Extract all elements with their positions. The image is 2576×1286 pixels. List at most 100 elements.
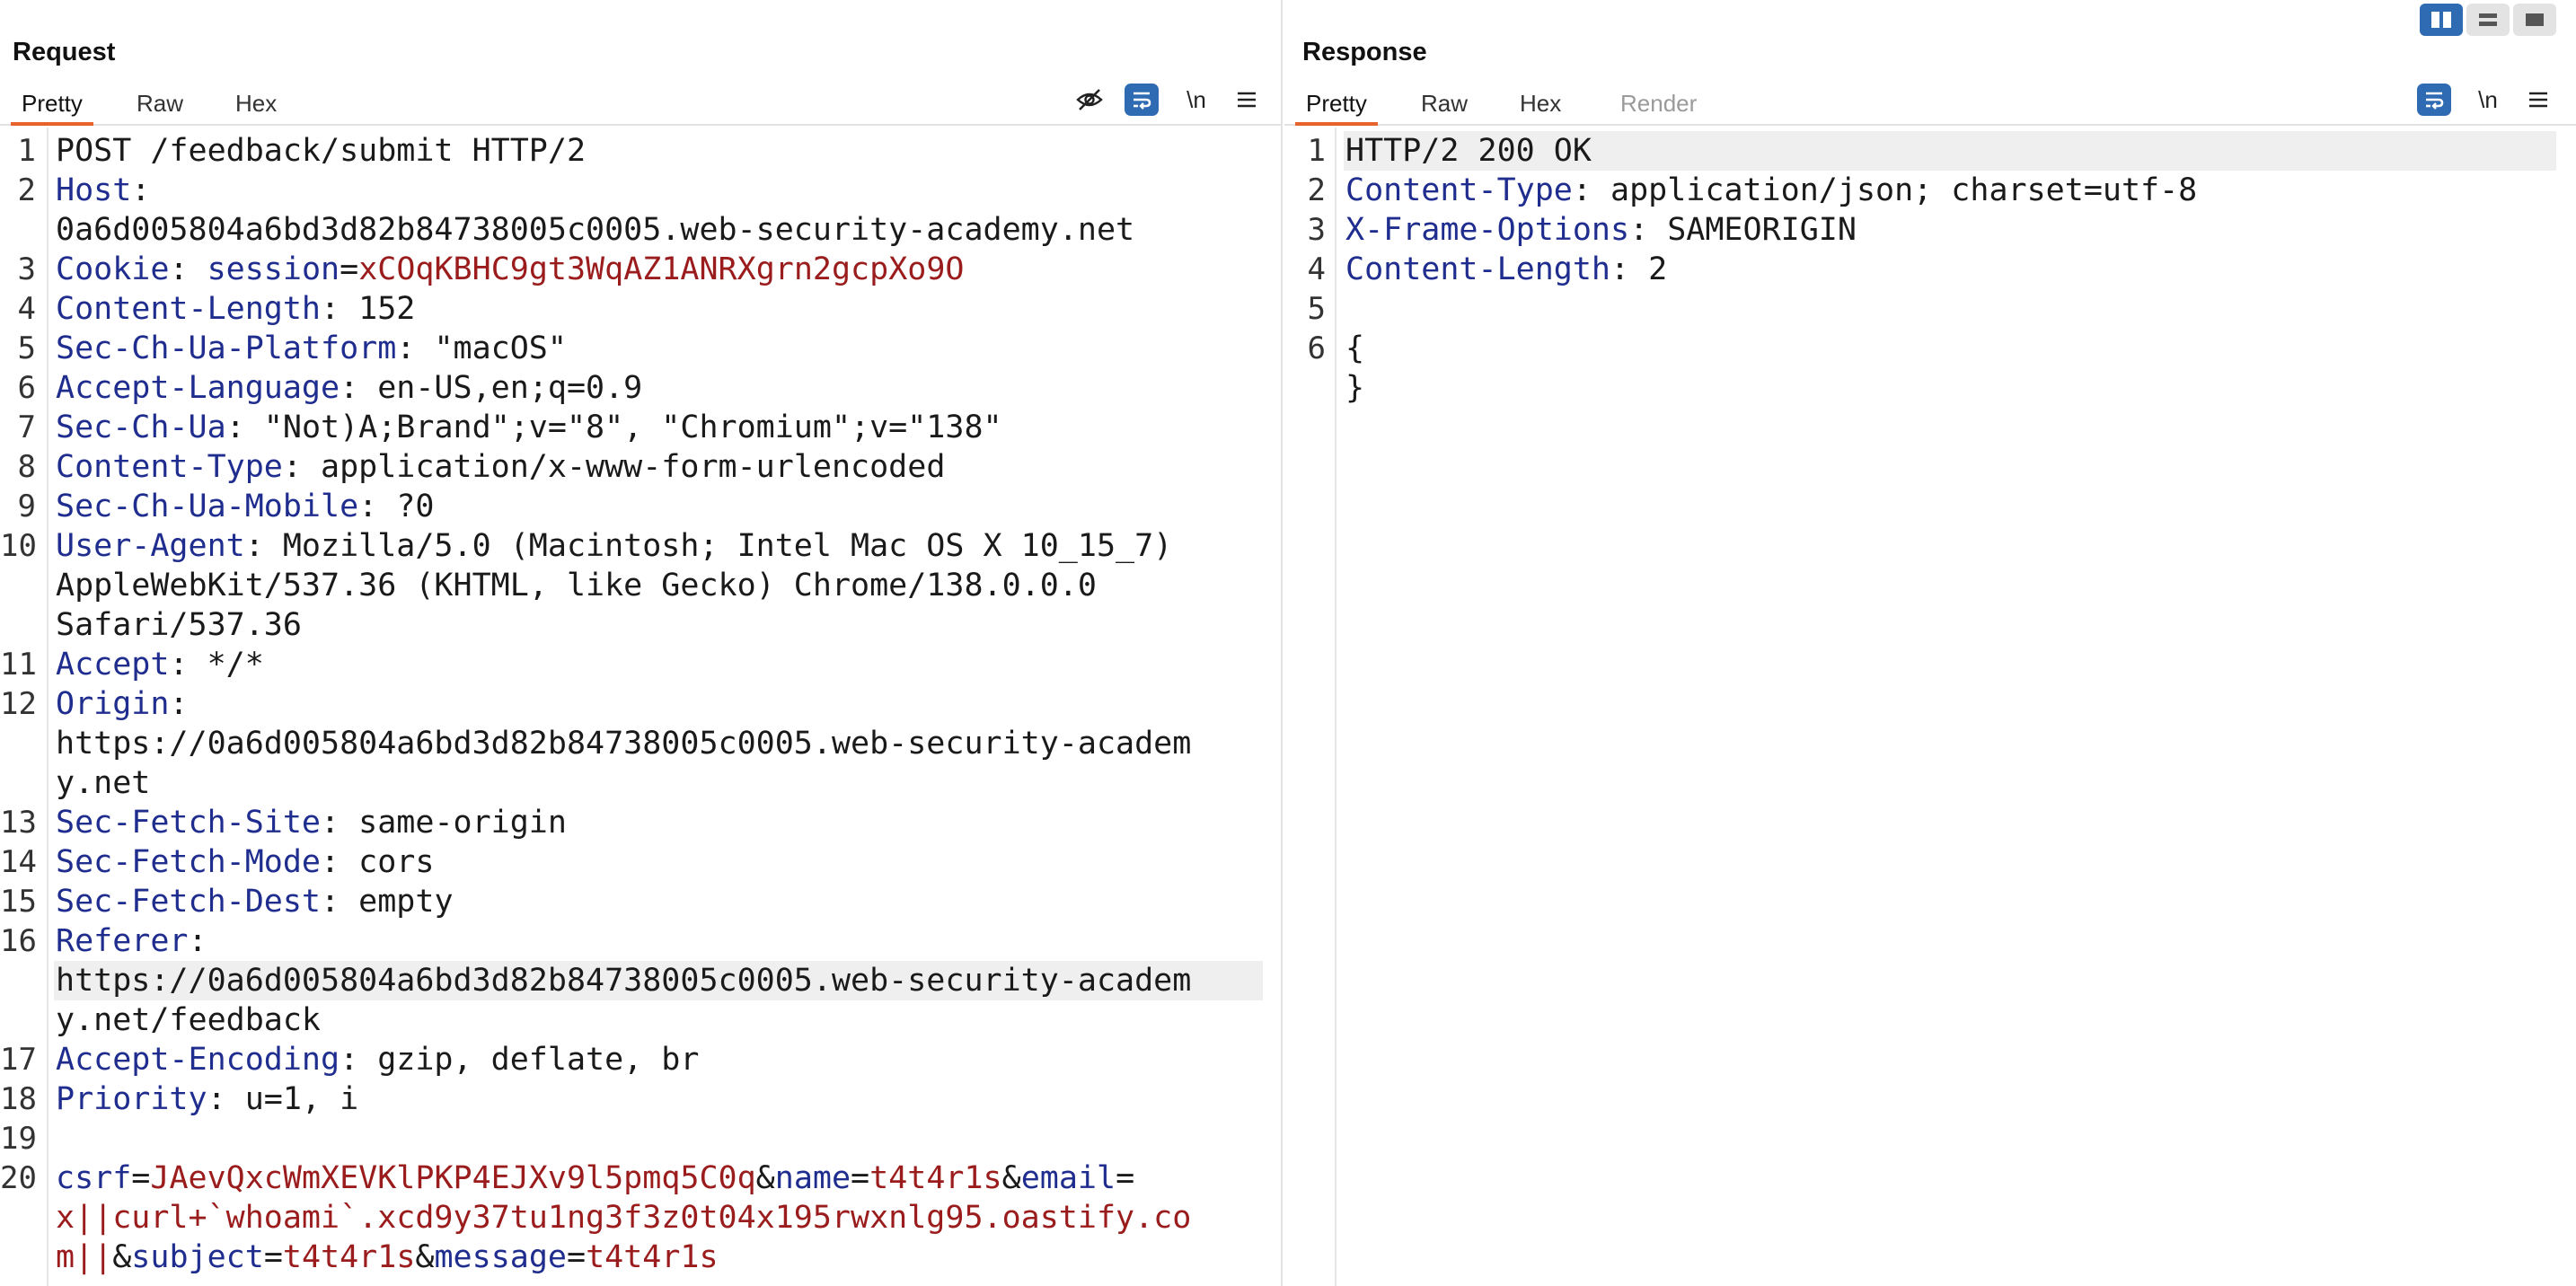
request-gutter-divider [47,128,49,1286]
token-text: : application/json; charset=utf-8 [1572,172,2198,208]
line-text: Cookie: session=xCOqKBHC9gt3WqAZ1ANRXgrn… [56,250,964,289]
token-text: AppleWebKit/537.36 (KHTML, like Gecko) C… [56,568,1097,603]
line-text: Content-Type: application/x-www-form-url… [56,447,945,487]
token-value: t4t4r1s [869,1160,1002,1196]
token-text: 0a6d005804a6bd3d82b84738005c0005.web-sec… [56,212,1135,248]
token-key: Accept [56,647,170,683]
newline-toggle[interactable]: \n [2470,83,2506,117]
token-text: : 152 [321,291,416,327]
response-editor[interactable]: 1 HTTP/2 200 OK 2 Content-Type: application… [1284,128,2576,1286]
line-text: Content-Length: 2 [1345,250,1667,289]
token-key: session [207,251,340,287]
line-number: 17 [0,1042,37,1078]
split-horizontal-layout-button[interactable] [2420,4,2463,36]
line-number: 18 [0,1081,37,1117]
token-key: csrf [56,1160,132,1196]
line-number: 1 [1307,133,1326,169]
token-text: : [188,923,207,959]
request-title: Request [13,38,116,66]
line-number: 8 [17,449,36,485]
token-text: = [131,1160,151,1196]
hamburger-menu-icon[interactable] [1229,83,1265,117]
token-text: = [263,1239,283,1275]
line-number: 4 [1307,251,1326,287]
token-key: Content-Type [1345,172,1573,208]
burp-repeater-view: Request Pretty Raw Hex \n 1 POST /feedba… [0,0,2576,1286]
token-key: name [774,1160,851,1196]
wrap-lines-icon[interactable] [1125,84,1159,116]
line-number: 9 [17,489,36,524]
line-number: 13 [0,805,37,841]
line-number: 19 [0,1121,37,1157]
token-value: JAevQxcWmXEVKlPKP4EJXv9l5pmq5C0q [150,1160,756,1196]
token-text: & [755,1160,775,1196]
token-text: & [415,1239,435,1275]
request-pane: Request Pretty Raw Hex \n 1 POST /feedba… [0,0,1283,1286]
token-text: POST /feedback/submit HTTP/2 [56,133,587,169]
token-text: : en-US,en;q=0.9 [340,370,643,406]
response-tab-raw[interactable]: Raw [1410,86,1478,126]
line-number: 15 [0,884,37,920]
line-text: https://0a6d005804a6bd3d82b84738005c0005… [56,961,1191,1000]
request-tab-pretty[interactable]: Pretty [11,86,93,126]
token-key: Sec-Fetch-Site [56,805,322,841]
token-text: = [851,1160,870,1196]
line-text: Accept-Language: en-US,en;q=0.9 [56,368,642,408]
token-text: : ?0 [358,489,435,524]
response-tab-pretty[interactable]: Pretty [1295,86,1378,126]
line-text: Sec-Ch-Ua-Mobile: ?0 [56,487,434,526]
line-text: Origin: [56,684,189,724]
line-text: Content-Length: 152 [56,289,415,329]
request-editor[interactable]: 1 POST /feedback/submit HTTP/2 2 Host: 0a6d0… [0,128,1281,1286]
token-text: y.net [56,765,151,801]
token-text: : u=1, i [207,1081,359,1117]
request-tab-raw[interactable]: Raw [126,86,194,126]
single-pane-layout-button[interactable] [2513,4,2556,36]
line-number: 20 [0,1160,37,1196]
line-number: 5 [17,330,36,366]
token-key: Sec-Fetch-Dest [56,884,322,920]
token-text: } [1345,370,1365,406]
line-number: 2 [17,172,36,208]
token-key: subject [131,1239,264,1275]
token-text: : Mozilla/5.0 (Macintosh; Intel Mac OS X… [244,528,1173,564]
line-number: 10 [0,528,37,564]
line-text: Referer: [56,921,207,961]
line-text: { [1345,329,1364,368]
line-number: 12 [0,686,37,722]
line-text: POST /feedback/submit HTTP/2 [56,131,586,171]
token-text: : 2 [1610,251,1668,287]
line-text: Accept-Encoding: gzip, deflate, br [56,1040,699,1079]
token-value: t4t4r1s [586,1239,719,1275]
line-text: Sec-Fetch-Site: same-origin [56,803,567,842]
response-tab-hex[interactable]: Hex [1509,86,1572,126]
line-text: y.net/feedback [56,1000,321,1040]
line-number: 6 [1307,330,1326,366]
eye-slash-icon[interactable] [1072,83,1107,117]
token-value: m|| [56,1239,113,1275]
token-key: Referer [56,923,189,959]
token-key: Cookie [56,251,170,287]
wrap-lines-icon[interactable] [2417,84,2451,116]
line-text: https://0a6d005804a6bd3d82b84738005c0005… [56,724,1191,763]
token-key: User-Agent [56,528,245,564]
line-text: HTTP/2 200 OK [1345,131,1592,171]
token-key: Accept-Encoding [56,1042,340,1078]
token-text: : cors [321,844,435,880]
line-text: Host: [56,171,150,210]
token-text: : [131,172,151,208]
hamburger-menu-icon[interactable] [2520,83,2556,117]
token-text: Safari/537.36 [56,607,302,643]
line-text: User-Agent: Mozilla/5.0 (Macintosh; Inte… [56,526,1172,566]
layout-toggle [2420,4,2556,36]
line-text: } [1345,368,1364,408]
newline-toggle[interactable]: \n [1178,83,1214,117]
token-key: Sec-Ch-Ua [56,410,226,445]
line-number: 16 [0,923,37,959]
split-vertical-layout-button[interactable] [2466,4,2510,36]
token-text: https://0a6d005804a6bd3d82b84738005c0005… [56,963,1192,999]
response-tab-render[interactable]: Render [1610,86,1707,126]
request-tab-hex[interactable]: Hex [225,86,287,126]
line-number: 6 [17,370,36,406]
token-text: : SAMEORIGIN [1629,212,1857,248]
